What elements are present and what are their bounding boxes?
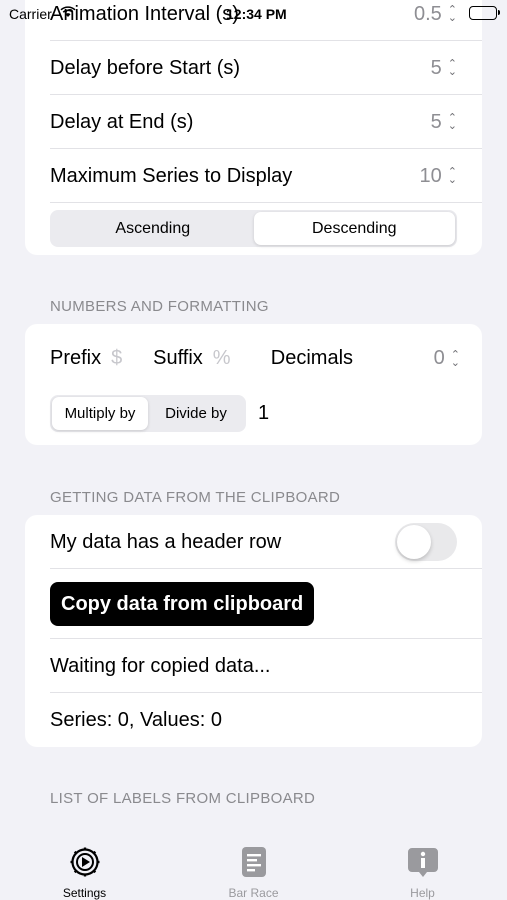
delay-start-stepper[interactable]: 5 ⌃ ⌄ xyxy=(431,57,457,80)
clipboard-section-header: GETTING DATA FROM THE CLIPBOARD xyxy=(50,489,341,506)
battery-icon xyxy=(469,6,500,20)
stepper-value: 5 xyxy=(430,56,442,79)
copy-button-row: Copy data from clipboard xyxy=(25,569,482,639)
stepper-value: 10 xyxy=(419,164,442,187)
delay-end-stepper[interactable]: 5 ⌃ ⌄ xyxy=(431,111,457,134)
stepper-value: 0 xyxy=(433,347,445,369)
gear-icon xyxy=(69,846,101,883)
clipboard-summary-row: Series: 0, Values: 0 xyxy=(25,693,482,747)
delay-end-row: Delay at End (s) 5 ⌃ ⌄ xyxy=(25,95,482,149)
segment-descending[interactable]: Descending xyxy=(253,212,455,245)
tab-settings-label: Settings xyxy=(62,886,107,900)
tab-help[interactable]: Help xyxy=(338,832,507,900)
tab-bar-race[interactable]: Bar Race xyxy=(169,832,338,900)
decimals-stepper[interactable]: 0 ⌃ ⌄ xyxy=(434,347,460,370)
chevron-up-down-icon: ⌃ ⌄ xyxy=(447,166,457,186)
prefix-label: Prefix xyxy=(50,347,102,369)
animation-settings-group: Animation Interval (s) 0.5 ⌃ ⌄ Delay befo… xyxy=(25,0,482,255)
clipboard-summary-text: Series: 0, Values: 0 xyxy=(50,708,222,731)
prefix-input[interactable]: $ xyxy=(111,347,153,370)
multiply-divide-segmented-control[interactable]: Multiply by Divide by xyxy=(50,395,246,432)
max-series-row: Maximum Series to Display 10 ⌃ ⌄ xyxy=(25,149,482,203)
clock-label: 12:34 PM xyxy=(226,6,287,22)
chevron-up-down-icon: ⌃ ⌄ xyxy=(447,58,457,78)
suffix-label: Suffix xyxy=(153,347,203,369)
document-icon xyxy=(241,846,267,883)
carrier-label: Carrier xyxy=(9,6,52,22)
tab-bar-race-label: Bar Race xyxy=(228,886,279,900)
delay-end-label: Delay at End (s) xyxy=(50,110,194,133)
header-row-toggle-row: My data has a header row xyxy=(25,515,482,569)
decimals-label: Decimals xyxy=(270,347,354,369)
formatting-section-header: NUMBERS AND FORMATTING xyxy=(50,298,269,315)
clipboard-status-row: Waiting for copied data... xyxy=(25,639,482,693)
chevron-up-down-icon: ⌃ ⌄ xyxy=(450,348,460,369)
clipboard-group: My data has a header row Copy data from … xyxy=(25,515,482,747)
max-series-stepper[interactable]: 10 ⌃ ⌄ xyxy=(420,165,457,188)
suffix-input[interactable]: % xyxy=(213,347,271,370)
header-row-toggle[interactable] xyxy=(395,523,457,561)
copy-from-clipboard-button[interactable]: Copy data from clipboard xyxy=(50,582,315,626)
max-series-label: Maximum Series to Display xyxy=(50,164,293,187)
wifi-icon xyxy=(60,5,76,21)
header-row-label: My data has a header row xyxy=(50,530,282,553)
segment-multiply-by[interactable]: Multiply by xyxy=(52,397,148,430)
delay-start-label: Delay before Start (s) xyxy=(50,56,241,79)
sort-order-segmented-control[interactable]: Ascending Descending xyxy=(50,210,457,247)
formatting-group: Prefix $ Suffix % Decimals 0 ⌃ ⌄ Multiply… xyxy=(25,324,482,445)
segment-ascending[interactable]: Ascending xyxy=(52,212,254,245)
labels-section-header: LIST OF LABELS FROM CLIPBOARD xyxy=(50,790,316,807)
tab-settings[interactable]: Settings xyxy=(0,832,169,900)
stepper-value: 5 xyxy=(430,110,442,133)
segment-divide-by[interactable]: Divide by xyxy=(148,397,244,430)
tab-bar: Settings Bar Race Help xyxy=(0,832,507,900)
info-bubble-icon xyxy=(407,846,439,883)
factor-input[interactable]: 1 xyxy=(258,402,269,425)
clipboard-status-text: Waiting for copied data... xyxy=(50,654,271,677)
chevron-up-down-icon: ⌃ ⌄ xyxy=(447,112,457,132)
delay-start-row: Delay before Start (s) 5 ⌃ ⌄ xyxy=(25,41,482,95)
status-bar: Carrier 12:34 PM xyxy=(0,0,507,28)
tab-help-label: Help xyxy=(410,886,435,900)
